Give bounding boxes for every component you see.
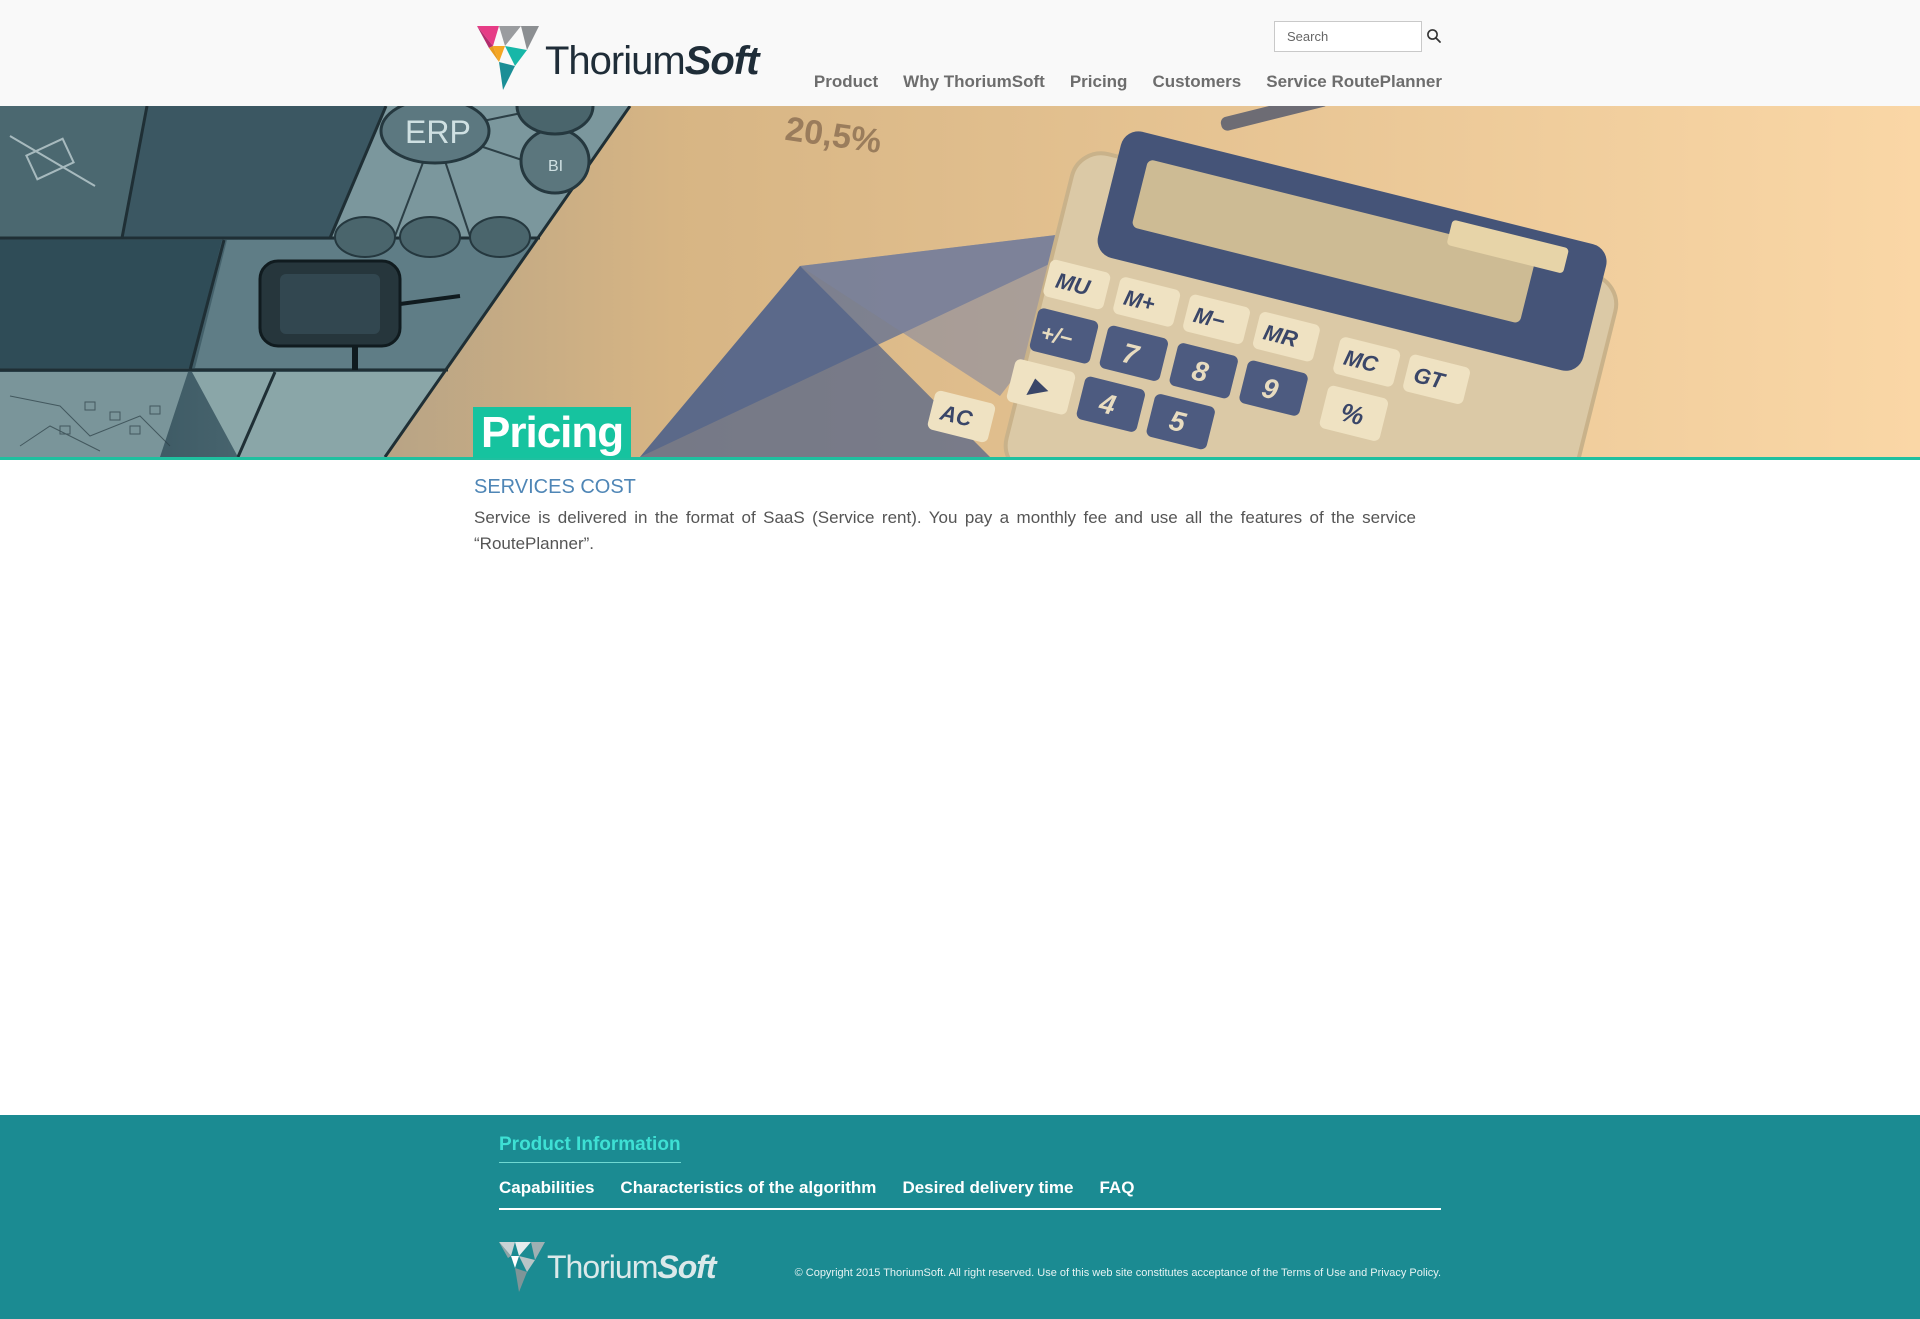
site-logo[interactable]: ThoriumSoft	[477, 26, 767, 90]
footer-link-delivery-time[interactable]: Desired delivery time	[902, 1178, 1073, 1198]
hero-accent-bar	[0, 457, 1920, 460]
footer-link-faq[interactable]: FAQ	[1099, 1178, 1134, 1198]
section-heading: SERVICES COST	[474, 476, 636, 498]
search-icon[interactable]	[1426, 28, 1442, 44]
footer-logo-text: ThoriumSoft	[547, 1249, 717, 1285]
footer-link-capabilities[interactable]: Capabilities	[499, 1178, 594, 1198]
footer-link-algorithm[interactable]: Characteristics of the algorithm	[620, 1178, 876, 1198]
page-title: Pricing	[473, 407, 632, 458]
logo-text: ThoriumSoft	[545, 39, 759, 83]
copyright-text: © Copyright 2015 ThoriumSoft. All right …	[794, 1267, 1441, 1279]
nav-item-pricing[interactable]: Pricing	[1070, 72, 1128, 92]
site-footer	[0, 1115, 1920, 1319]
nav-item-product[interactable]: Product	[814, 72, 878, 92]
site-header: ThoriumSoft Product Why ThoriumSoft Pric…	[0, 0, 1920, 106]
erp-label: ERP	[405, 114, 471, 150]
bi-label: BI	[548, 158, 563, 175]
hero-illustration: 20,5% MU M+ M− MR MC GT +/− 7 8 9 % ▶ 4 …	[0, 106, 1920, 457]
nav-item-why-thoriumsoft[interactable]: Why ThoriumSoft	[903, 72, 1045, 92]
search-input[interactable]	[1274, 21, 1422, 52]
section-body: Service is delivered in the format of Sa…	[474, 508, 1416, 553]
main-nav: Product Why ThoriumSoft Pricing Customer…	[814, 72, 1442, 92]
footer-logo-mark-icon	[499, 1242, 545, 1292]
footer-logo[interactable]: ThoriumSoft	[499, 1242, 717, 1292]
hero-banner: 20,5% MU M+ M− MR MC GT +/− 7 8 9 % ▶ 4 …	[0, 106, 1920, 457]
footer-nav: Capabilities Characteristics of the algo…	[499, 1178, 1134, 1198]
logo-mark-icon	[477, 26, 539, 90]
footer-divider	[499, 1208, 1441, 1210]
footer-heading: Product Information	[499, 1134, 681, 1163]
nav-item-service-routeplanner[interactable]: Service RoutePlanner	[1266, 72, 1442, 92]
nav-item-customers[interactable]: Customers	[1152, 72, 1241, 92]
